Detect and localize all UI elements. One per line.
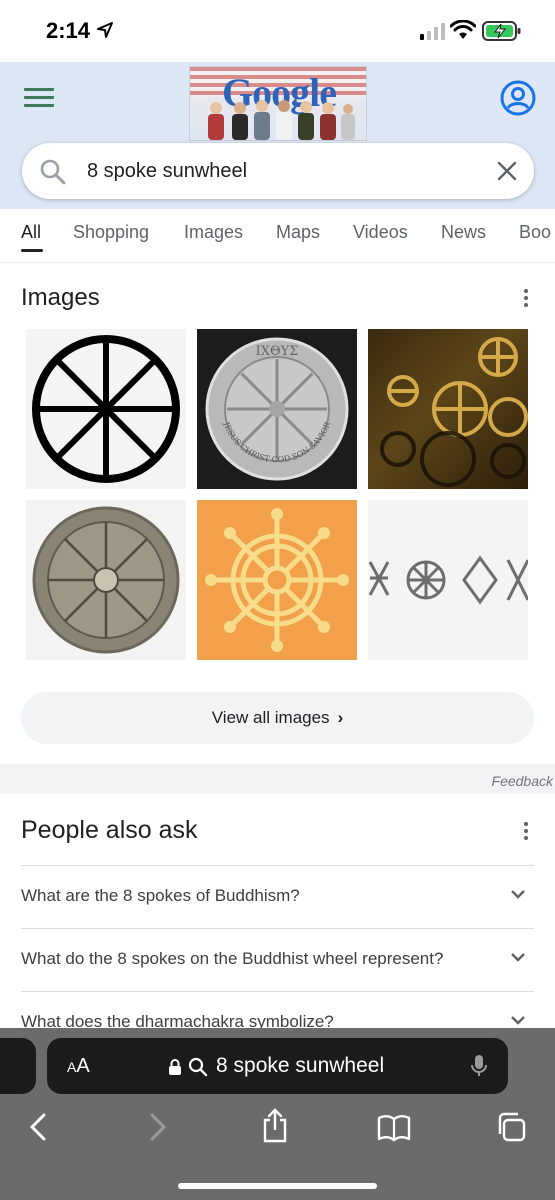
doodle-people-illustration (208, 100, 355, 140)
paa-question-1[interactable]: What are the 8 spokes of Buddhism? (21, 865, 534, 928)
tab-maps[interactable]: Maps (276, 222, 320, 243)
search-icon (188, 1057, 208, 1077)
status-bar: 2:14 (0, 0, 555, 62)
share-icon[interactable] (261, 1108, 289, 1144)
lock-icon (169, 1059, 181, 1075)
people-also-ask-title: People also ask (21, 816, 198, 844)
section-divider (0, 764, 555, 794)
tabs-icon[interactable] (496, 1112, 526, 1142)
tab-all[interactable]: All (21, 222, 41, 243)
image-result-1[interactable] (26, 329, 186, 489)
active-tab-indicator (21, 249, 43, 252)
image-result-3[interactable] (368, 329, 528, 489)
image-result-5[interactable] (197, 500, 357, 660)
coin-image: IXΘYΣ JESUS CHRIST GOD SON SAVIOR (205, 337, 349, 481)
hamburger-menu-icon[interactable] (24, 88, 54, 112)
status-time: 2:14 (46, 18, 91, 43)
tab-news[interactable]: News (441, 222, 486, 243)
account-icon[interactable] (500, 80, 536, 116)
chevron-down-icon (511, 890, 525, 899)
paa-more-options-icon[interactable] (524, 822, 530, 843)
chevron-down-icon (511, 1016, 525, 1025)
tab-books[interactable]: Boo (519, 222, 551, 243)
view-all-images-button[interactable]: View all images › (21, 692, 534, 744)
text-size-button[interactable]: AA (67, 1055, 90, 1078)
search-box[interactable]: 8 spoke sunwheel (22, 143, 534, 199)
coin-top-text: IXΘYΣ (256, 344, 299, 359)
golden-wheels-image (380, 337, 528, 487)
bookmarks-icon[interactable] (377, 1114, 411, 1142)
paa-question-2[interactable]: What do the 8 spokes on the Buddhist whe… (21, 928, 534, 991)
image-result-2[interactable]: IXΘYΣ JESUS CHRIST GOD SON SAVIOR (197, 329, 357, 489)
search-tabs: All Shopping Images Maps Videos News Boo (0, 209, 555, 263)
paa-question-text: What do the 8 spokes on the Buddhist whe… (21, 949, 444, 968)
chevron-right-icon: › (337, 708, 344, 727)
view-all-images-label: View all images (211, 708, 330, 727)
back-arrow-icon[interactable] (28, 1112, 48, 1142)
battery-charging-icon (482, 21, 521, 41)
image-result-4[interactable] (26, 500, 186, 660)
images-more-options-icon[interactable] (524, 289, 530, 310)
previous-tab-peek[interactable] (0, 1038, 36, 1094)
tab-videos[interactable]: Videos (353, 222, 408, 243)
search-icon (40, 159, 66, 185)
safari-address-bar[interactable]: AA 8 spoke sunwheel (47, 1038, 508, 1094)
clear-search-icon[interactable] (496, 160, 518, 182)
chevron-down-icon (511, 953, 525, 962)
medallion-image (32, 506, 180, 654)
cellular-signal-icon (420, 23, 445, 40)
drawn-symbols-image (368, 555, 528, 605)
images-section-title: Images (21, 284, 100, 311)
dharma-wheel-image (205, 508, 349, 652)
tab-shopping[interactable]: Shopping (73, 222, 149, 243)
home-indicator (178, 1183, 377, 1189)
image-result-6[interactable] (368, 500, 528, 660)
search-input[interactable]: 8 spoke sunwheel (87, 160, 247, 183)
wifi-icon (450, 20, 476, 39)
address-bar-text: 8 spoke sunwheel (216, 1054, 385, 1077)
microphone-icon[interactable] (471, 1054, 487, 1078)
tab-images[interactable]: Images (184, 222, 243, 243)
location-arrow-icon (97, 22, 113, 38)
forward-arrow-icon[interactable] (148, 1112, 168, 1142)
feedback-link[interactable]: Feedback (492, 773, 553, 789)
paa-question-text: What are the 8 spokes of Buddhism? (21, 886, 300, 905)
wheel-symbol-image (32, 335, 180, 483)
google-doodle[interactable]: Google (189, 66, 367, 141)
